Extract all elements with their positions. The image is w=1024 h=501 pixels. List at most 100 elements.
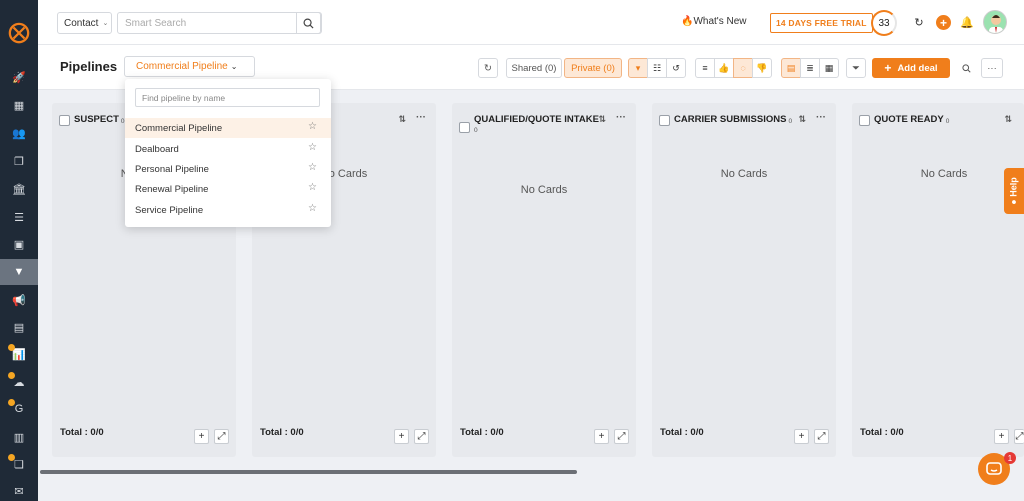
pipeline-option[interactable]: Renewal Pipeline ☆ <box>125 179 331 199</box>
notes-icon[interactable]: ▤ <box>0 316 38 338</box>
column-header: CARRIER SUBMISSIONS 0 ⇅ ··· <box>659 112 830 132</box>
more-options-button[interactable]: ··· <box>981 58 1003 78</box>
top-header: Contact ⌄ Smart Search 🔥What's New 14 DA… <box>38 0 1024 45</box>
kanban-layout-icon[interactable]: ▤ <box>781 58 801 78</box>
won-deals-icon[interactable]: 👍 <box>714 58 734 78</box>
private-filter-button[interactable]: Private (0) <box>564 58 622 78</box>
view-mode-group: ▾ ☷ ↺ <box>628 58 686 78</box>
all-deals-icon[interactable]: ≡ <box>695 58 715 78</box>
column-select-checkbox[interactable] <box>59 115 70 126</box>
expand-column-icon[interactable]: ⤢ <box>814 429 829 444</box>
sort-icon[interactable]: ⇅ <box>798 114 806 125</box>
add-card-button[interactable]: + <box>394 429 409 444</box>
pipeline-option[interactable]: Service Pipeline ☆ <box>125 200 331 220</box>
star-icon[interactable]: ☆ <box>308 121 317 132</box>
column-empty-text: No Cards <box>720 168 768 180</box>
column-count: 0 <box>120 118 125 125</box>
history-view-icon[interactable]: ↺ <box>666 58 686 78</box>
expand-column-icon[interactable]: ⤢ <box>414 429 429 444</box>
documents-icon[interactable]: ❐ <box>0 150 38 172</box>
whats-new-link[interactable]: 🔥What's New <box>681 16 747 27</box>
search-button[interactable] <box>296 12 321 34</box>
filter-icon: ⏷ <box>852 62 860 74</box>
bank-icon[interactable]: 🏛 <box>0 178 38 200</box>
grid-layout-icon[interactable]: ▦ <box>819 58 839 78</box>
page-title: Pipelines <box>60 59 118 74</box>
contacts-icon[interactable]: 👥 <box>0 122 38 144</box>
star-icon[interactable]: ☆ <box>308 142 317 153</box>
list-icon[interactable]: ☰ <box>0 206 38 228</box>
column-total: Total : 0/0 <box>260 427 304 438</box>
pipeline-option[interactable]: Commercial Pipeline ☆ <box>125 118 331 138</box>
expand-column-icon[interactable]: ⤢ <box>1014 429 1024 444</box>
column-select-checkbox[interactable] <box>859 115 870 126</box>
rocket-icon[interactable]: 🚀 <box>0 66 38 88</box>
add-card-button[interactable]: + <box>594 429 609 444</box>
help-tab[interactable]: ● Help <box>1004 168 1024 214</box>
table-layout-icon[interactable]: ≣ <box>800 58 820 78</box>
free-trial-badge[interactable]: 14 DAYS FREE TRIAL <box>770 13 873 33</box>
reports-icon[interactable]: 📊 <box>0 343 38 365</box>
dashboard-icon[interactable]: ▦ <box>0 94 38 116</box>
add-deal-button[interactable]: + Add deal <box>872 58 950 78</box>
pipeline-column: QUALIFIED/QUOTE INTAKE 0 ⇅ ··· No Cards … <box>452 103 636 457</box>
add-card-button[interactable]: + <box>794 429 809 444</box>
mail-icon[interactable]: ✉ <box>0 480 38 501</box>
add-card-button[interactable]: + <box>994 429 1009 444</box>
star-icon[interactable]: ☆ <box>308 182 317 193</box>
chat-unread-badge: 1 <box>1004 452 1016 464</box>
open-deals-icon[interactable]: ◌ <box>733 58 753 78</box>
search-deals-button[interactable] <box>956 58 976 78</box>
pipeline-option[interactable]: Dealboard ☆ <box>125 139 331 159</box>
contact-select[interactable]: Contact ⌄ <box>57 12 112 34</box>
star-icon[interactable]: ☆ <box>308 162 317 173</box>
pipeline-funnel-icon[interactable]: ▼ <box>0 259 38 285</box>
filter-button[interactable]: ⏷ <box>846 58 866 78</box>
cloud-icon[interactable]: ☁ <box>0 371 38 393</box>
pipeline-option-label: Commercial Pipeline <box>135 122 223 134</box>
app-logo[interactable] <box>8 22 30 44</box>
pipeline-select[interactable]: Commercial Pipeline ⌄ <box>124 56 255 77</box>
horizontal-scrollbar[interactable] <box>40 470 577 474</box>
find-pipeline-input[interactable]: Find pipeline by name <box>135 88 320 107</box>
shared-filter-button[interactable]: Shared (0) <box>506 58 562 78</box>
column-more-icon[interactable]: ··· <box>616 112 626 123</box>
column-count: 0 <box>474 127 478 134</box>
smart-search-input[interactable]: Smart Search <box>117 12 322 34</box>
column-select-checkbox[interactable] <box>459 122 470 133</box>
column-title: QUALIFIED/QUOTE INTAKE <box>474 114 599 125</box>
sort-icon[interactable]: ⇅ <box>398 114 406 125</box>
copy-icon[interactable]: ❏ <box>0 453 38 475</box>
column-select-checkbox[interactable] <box>659 115 670 126</box>
pipeline-dropdown: Find pipeline by name Commercial Pipelin… <box>125 79 331 227</box>
layout-group: ▤ ≣ ▦ <box>781 58 839 78</box>
badge-dot-icon <box>8 454 15 461</box>
refresh-button[interactable]: ↻ <box>478 58 498 78</box>
column-more-icon[interactable]: ··· <box>416 112 426 123</box>
column-title: SUSPECT <box>74 114 119 125</box>
expand-column-icon[interactable]: ⤢ <box>214 429 229 444</box>
refresh-icon[interactable]: ↻ <box>912 15 926 29</box>
bell-icon[interactable]: 🔔 <box>960 15 974 29</box>
star-icon[interactable]: ☆ <box>308 203 317 214</box>
list-view-icon[interactable]: ☷ <box>647 58 667 78</box>
notification-count-ring[interactable]: 33 <box>871 10 897 36</box>
column-more-icon[interactable]: ··· <box>816 112 826 123</box>
funnel-view-icon[interactable]: ▾ <box>628 58 648 78</box>
column-total: Total : 0/0 <box>460 427 504 438</box>
expand-column-icon[interactable]: ⤢ <box>614 429 629 444</box>
avatar[interactable] <box>983 10 1007 34</box>
pipeline-column: CARRIER SUBMISSIONS 0 ⇅ ··· No Cards Tot… <box>652 103 836 457</box>
megaphone-icon[interactable]: 📢 <box>0 289 38 311</box>
add-card-button[interactable]: + <box>194 429 209 444</box>
sort-icon[interactable]: ⇅ <box>598 114 606 125</box>
sort-icon[interactable]: ⇅ <box>1004 114 1012 125</box>
lost-deals-icon[interactable]: 👎 <box>752 58 772 78</box>
pipeline-option-label: Renewal Pipeline <box>135 183 209 195</box>
profile-card-icon[interactable]: ▣ <box>0 233 38 255</box>
google-icon[interactable]: G <box>0 398 38 420</box>
find-pipeline-placeholder: Find pipeline by name <box>142 92 226 103</box>
pipeline-option[interactable]: Personal Pipeline ☆ <box>125 159 331 179</box>
quick-add-button[interactable]: + <box>936 15 951 30</box>
calculator-icon[interactable]: ▥ <box>0 426 38 448</box>
